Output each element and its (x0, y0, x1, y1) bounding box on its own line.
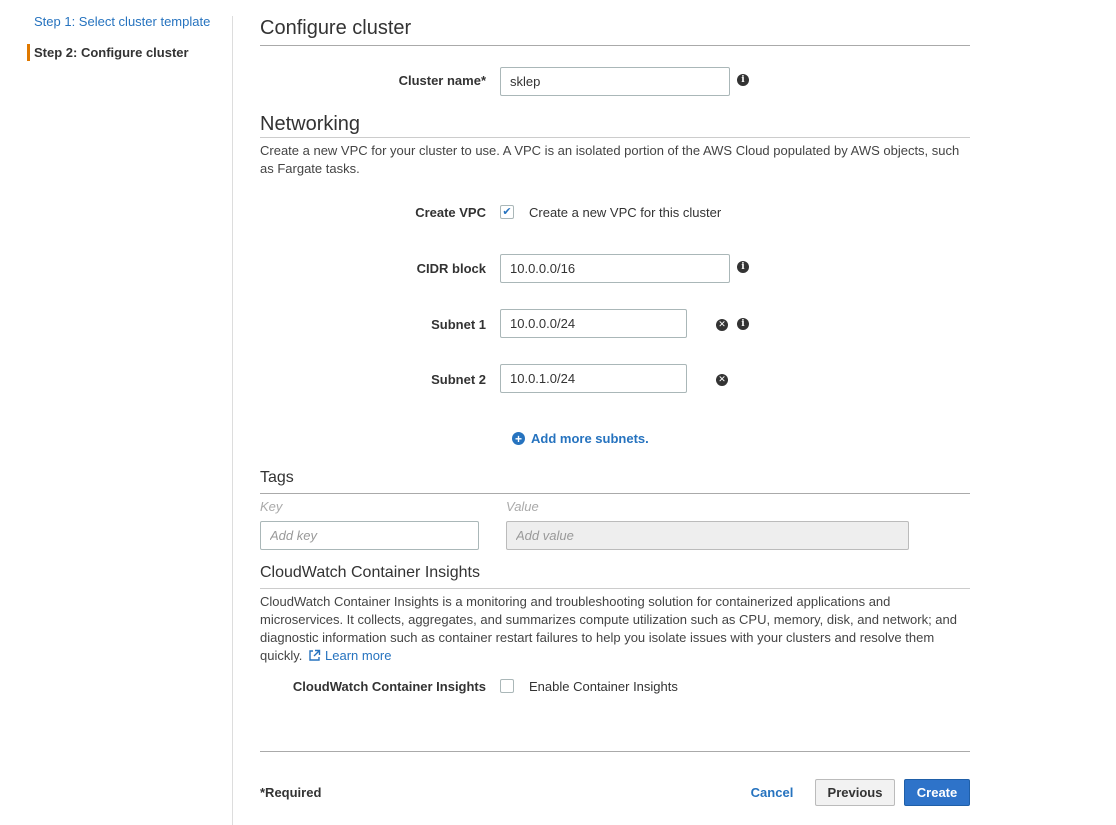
section-divider (260, 45, 970, 46)
create-vpc-checkbox-label[interactable]: Create a new VPC for this cluster (529, 205, 721, 220)
create-vpc-label: Create VPC (415, 205, 486, 220)
tags-key-header: Key (260, 499, 283, 514)
subnet-2-label: Subnet 2 (431, 372, 486, 387)
subnet-1-label: Subnet 1 (431, 317, 486, 332)
external-link-icon (309, 649, 321, 661)
cancel-button[interactable]: Cancel (742, 779, 802, 806)
networking-title: Networking (260, 113, 361, 135)
learn-more-link[interactable]: Learn more (325, 648, 391, 663)
networking-description: Create a new VPC for your cluster to use… (260, 143, 960, 176)
info-icon[interactable]: i (737, 74, 749, 86)
cluster-name-label: Cluster name* (398, 73, 486, 88)
cluster-name-input[interactable] (500, 67, 730, 96)
tags-value-header: Value (506, 499, 539, 514)
sidebar-divider (232, 16, 233, 825)
enable-insights-checkbox[interactable] (500, 679, 514, 693)
add-more-subnets-label: Add more subnets. (531, 431, 649, 446)
section-divider (260, 588, 970, 589)
required-note: *Required (260, 785, 322, 800)
insights-description: CloudWatch Container Insights is a monit… (260, 593, 972, 665)
subnet-1-input[interactable] (500, 309, 687, 338)
remove-subnet-2-icon[interactable]: ✕ (716, 374, 728, 386)
insights-title: CloudWatch Container Insights (260, 564, 480, 581)
tag-value-input[interactable] (506, 521, 909, 550)
remove-subnet-1-icon[interactable]: ✕ (716, 319, 728, 331)
section-divider (260, 493, 970, 494)
insights-label: CloudWatch Container Insights (292, 679, 486, 694)
enable-insights-checkbox-label[interactable]: Enable Container Insights (529, 679, 678, 694)
subnet-2-input[interactable] (500, 364, 687, 393)
cidr-block-label: CIDR block (416, 261, 486, 276)
info-icon[interactable]: i (737, 261, 749, 273)
section-divider (260, 137, 970, 138)
plus-circle-icon: + (512, 432, 525, 445)
checkmark-icon: ✔ (502, 205, 512, 218)
previous-button[interactable]: Previous (815, 779, 895, 806)
info-icon[interactable]: i (737, 318, 749, 330)
tag-key-input[interactable] (260, 521, 479, 550)
create-vpc-checkbox[interactable]: ✔ (500, 205, 514, 219)
tags-title: Tags (260, 469, 294, 486)
active-step-indicator (27, 44, 30, 61)
sidebar-step-1[interactable]: Step 1: Select cluster template (34, 14, 210, 29)
create-button[interactable]: Create (904, 779, 970, 806)
page-title: Configure cluster (260, 17, 412, 39)
add-more-subnets-link[interactable]: + Add more subnets. (512, 431, 649, 446)
cidr-block-input[interactable] (500, 254, 730, 283)
footer-divider (260, 751, 970, 752)
sidebar-step-2: Step 2: Configure cluster (34, 45, 189, 60)
